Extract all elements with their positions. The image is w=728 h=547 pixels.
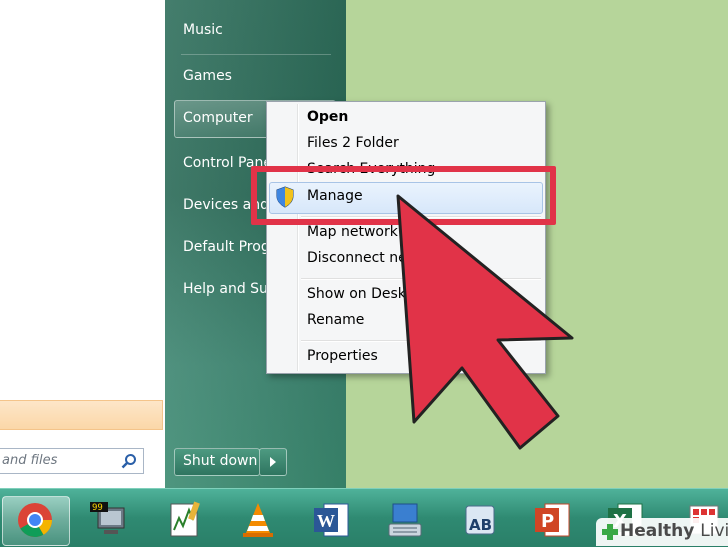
search-icon[interactable]: [121, 453, 137, 469]
ab-icon[interactable]: AB: [460, 500, 500, 540]
svg-text:P: P: [541, 511, 554, 532]
watermark: Healthy Living: [596, 518, 728, 546]
monitor-99-icon[interactable]: 99: [88, 500, 128, 540]
shutdown-options-button[interactable]: [259, 448, 287, 476]
keyboard-icon[interactable]: [385, 500, 425, 540]
menu-item-open[interactable]: Open: [307, 109, 348, 125]
menu-gutter: [297, 104, 299, 371]
chrome-icon[interactable]: [15, 500, 55, 540]
start-separator: [181, 54, 331, 55]
menu-item-files2folder[interactable]: Files 2 Folder: [307, 135, 399, 151]
plus-icon: [602, 524, 618, 540]
start-menu-left-pane: and files: [0, 0, 166, 488]
start-item-computer[interactable]: Computer: [183, 110, 253, 126]
start-item-music[interactable]: Music: [183, 22, 223, 38]
start-item-default-programs[interactable]: Default Progr: [183, 239, 275, 255]
svg-text:AB: AB: [469, 516, 492, 534]
start-item-help[interactable]: Help and Sup: [183, 281, 277, 297]
shutdown-button[interactable]: Shut down: [174, 448, 260, 476]
watermark-text: Healthy Living: [620, 521, 728, 541]
menu-item-properties[interactable]: Properties: [307, 348, 378, 364]
word-icon[interactable]: W: [312, 500, 352, 540]
menu-item-rename[interactable]: Rename: [307, 312, 364, 328]
powerpoint-icon[interactable]: P: [533, 500, 573, 540]
svg-text:W: W: [317, 511, 335, 531]
watermark-suffix: Living: [700, 521, 728, 541]
watermark-prefix: Healthy: [620, 521, 695, 541]
search-placeholder: and files: [2, 453, 58, 468]
start-item-games[interactable]: Games: [183, 68, 232, 84]
pointer-arrow-icon: [396, 194, 574, 450]
shutdown-label: Shut down: [183, 453, 258, 469]
graph-editor-icon[interactable]: [165, 500, 205, 540]
vlc-cone-icon[interactable]: [238, 500, 278, 540]
left-pane-selected-item[interactable]: [0, 400, 163, 430]
start-search-input[interactable]: and files: [0, 448, 144, 474]
svg-text:99: 99: [92, 503, 103, 513]
